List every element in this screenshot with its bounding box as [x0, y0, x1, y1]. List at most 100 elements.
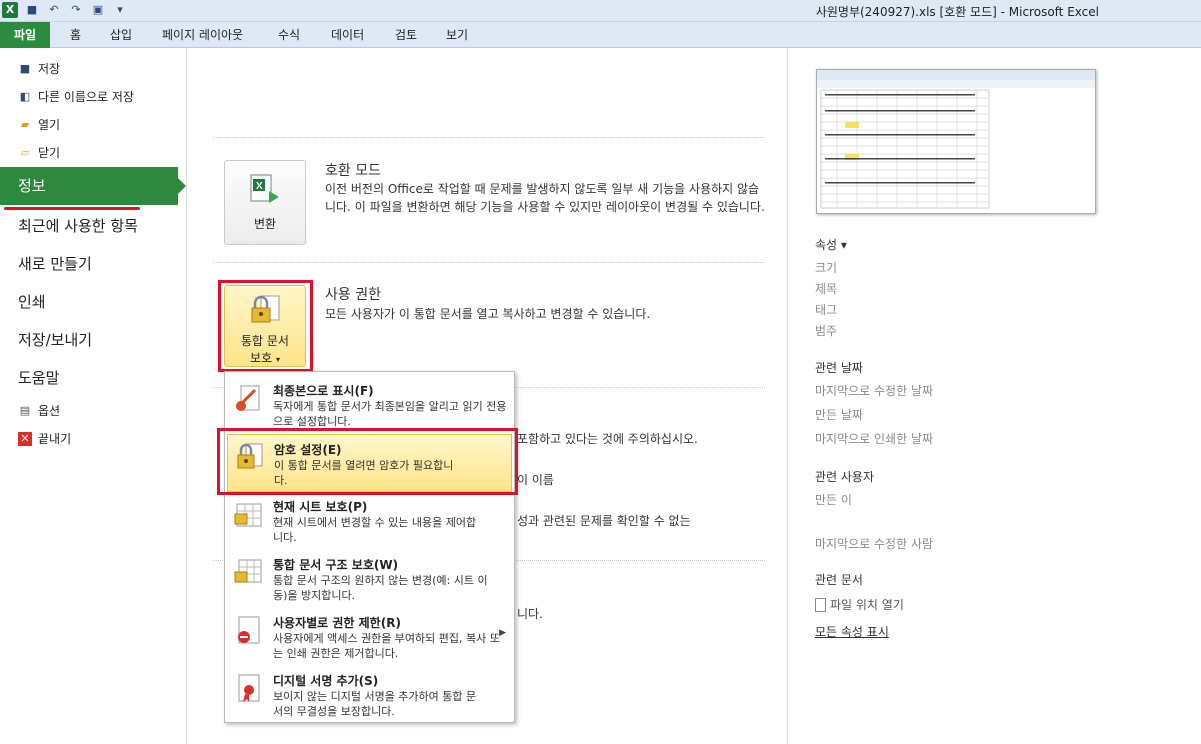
prop-size: 크기	[815, 261, 838, 275]
nav-exit-label: 끝내기	[38, 432, 72, 446]
undo-icon[interactable]: ↶	[46, 2, 62, 18]
open-folder-icon: ▰	[20, 117, 30, 131]
open-file-location-label: 파일 위치 열기	[830, 598, 904, 612]
prop-last-modified-by: 마지막으로 수정한 사람	[815, 537, 934, 551]
options-icon: ▤	[19, 403, 31, 417]
protect-workbook-menu: 최종본으로 표시(F) 독자에게 통합 문서가 최종본임을 알리고 읽기 전용으…	[224, 371, 515, 723]
nav-save-as-label: 다른 이름으로 저장	[38, 90, 134, 104]
prop-created: 만든 날짜	[815, 408, 863, 422]
inspect-text-fragment: 포함하고 있다는 것에 주의하십시오.	[517, 432, 698, 446]
open-file-location[interactable]: 파일 위치 열기	[815, 596, 904, 613]
red-highlight-annotation	[218, 280, 313, 372]
convert-icon: X	[250, 174, 279, 203]
prop-last-modified: 마지막으로 수정한 날짜	[815, 384, 934, 398]
properties-header[interactable]: 속성 ▾	[815, 236, 847, 253]
protect-structure-icon	[234, 559, 262, 583]
prop-author: 만든 이	[815, 493, 852, 507]
customize-qat-icon[interactable]: ▾	[112, 2, 128, 18]
menu-item-desc: 통합 문서 구조의 원하지 않는 변경(예: 시트 이동)을 방지합니다.	[273, 574, 488, 602]
window-title: 사원명부(240927).xls [호환 모드] - Microsoft Exc…	[815, 5, 1099, 19]
digital-signature-icon	[238, 674, 260, 702]
sheet-preview-image	[817, 70, 1095, 209]
tab-insert[interactable]: 삽입	[110, 26, 132, 43]
menu-item-title: 현재 시트 보호(P)	[273, 500, 368, 514]
prop-tags[interactable]: 태그	[815, 301, 837, 318]
nav-info[interactable]: 정보	[0, 167, 186, 205]
protect-sheet-icon	[234, 503, 262, 527]
redo-icon[interactable]: ↷	[68, 2, 84, 18]
red-highlight-annotation	[217, 428, 518, 495]
camera-icon[interactable]: ▣	[90, 2, 106, 18]
nav-new[interactable]: 새로 만들기	[18, 253, 92, 274]
save-as-icon: ◧	[19, 89, 31, 103]
exit-icon: ✕	[18, 431, 32, 446]
tab-review[interactable]: 검토	[395, 26, 417, 43]
menu-item-digital-signature[interactable]: 디지털 서명 추가(S) 보이지 않는 디지털 서명을 추가하여 통합 문서의 …	[227, 666, 512, 724]
related-docs-header: 관련 문서	[815, 573, 863, 587]
svg-text:X: X	[256, 181, 263, 192]
prop-last-printed: 마지막으로 인쇄한 날짜	[815, 432, 934, 446]
menu-item-desc: 현재 시트에서 변경할 수 있는 내용을 제어합니다.	[273, 516, 477, 544]
divider	[212, 262, 765, 263]
nav-exit[interactable]: ✕ 끝내기	[18, 430, 71, 447]
save-icon[interactable]: ■	[24, 2, 40, 18]
nav-help[interactable]: 도움말	[18, 367, 59, 388]
quick-access-toolbar: X ■ ↶ ↷ ▣ ▾	[2, 2, 128, 18]
prop-categories[interactable]: 범주	[815, 322, 837, 339]
document-icon	[815, 597, 826, 612]
ribbon-tabs: 파일 홈 삽입 페이지 레이아웃 수식 데이터 검토 보기	[0, 22, 1201, 48]
menu-item-title: 디지털 서명 추가(S)	[273, 674, 379, 688]
permissions-title: 사용 권한	[325, 287, 381, 303]
nav-recent[interactable]: 최근에 사용한 항목	[18, 215, 138, 236]
show-all-properties-link[interactable]: 모든 속성 표시	[815, 623, 889, 640]
title-bar: X ■ ↶ ↷ ▣ ▾ 사원명부(240927).xls [호환 모드] - M…	[0, 0, 1201, 22]
convert-button[interactable]: X 변환	[224, 160, 306, 245]
menu-item-desc: 독자에게 통합 문서가 최종본임을 알리고 읽기 전용으로 설정합니다.	[273, 400, 507, 428]
document-thumbnail	[816, 69, 1096, 214]
restrict-permission-icon	[238, 616, 260, 644]
nav-save-label: 저장	[38, 62, 61, 76]
menu-item-restrict-permission[interactable]: 사용자별로 권한 제한(R) 사용자에게 액세스 권한을 부여하되 편집, 복사…	[227, 608, 512, 666]
compat-text: 이전 버전의 Office로 작업할 때 문제를 발생하지 않도록 일부 새 기…	[325, 182, 765, 214]
related-dates-header: 관련 날짜	[815, 361, 863, 375]
nav-save-send[interactable]: 저장/보내기	[18, 329, 92, 350]
tab-view[interactable]: 보기	[446, 26, 468, 43]
permissions-text: 모든 사용자가 이 통합 문서를 열고 복사하고 변경할 수 있습니다.	[325, 307, 651, 321]
nav-save[interactable]: ■ 저장	[18, 60, 60, 77]
divider	[212, 137, 765, 138]
nav-open[interactable]: ▰ 열기	[18, 116, 60, 133]
nav-open-label: 열기	[38, 118, 61, 132]
prop-title[interactable]: 제목	[815, 280, 837, 297]
tab-page-layout[interactable]: 페이지 레이아웃	[162, 26, 243, 43]
inspect-text-fragment: 이 이름	[517, 473, 554, 487]
compat-title: 호환 모드	[325, 163, 381, 179]
nav-save-as[interactable]: ◧ 다른 이름으로 저장	[18, 88, 134, 105]
tab-data[interactable]: 데이터	[331, 26, 364, 43]
nav-print[interactable]: 인쇄	[18, 291, 46, 312]
versions-fragment: 니다.	[517, 607, 543, 621]
menu-item-title: 최종본으로 표시(F)	[273, 384, 374, 398]
save-icon: ■	[19, 61, 31, 75]
tab-home[interactable]: 홈	[70, 26, 81, 43]
excel-app-icon[interactable]: X	[2, 2, 18, 18]
convert-button-label: 변환	[253, 217, 277, 231]
menu-item-mark-final[interactable]: 최종본으로 표시(F) 독자에게 통합 문서가 최종본임을 알리고 읽기 전용으…	[227, 376, 512, 434]
menu-item-protect-structure[interactable]: 통합 문서 구조 보호(W) 통합 문서 구조의 원하지 않는 변경(예: 시트…	[227, 550, 512, 608]
menu-item-protect-sheet[interactable]: 현재 시트 보호(P) 현재 시트에서 변경할 수 있는 내용을 제어합니다.	[227, 492, 512, 550]
compat-check-fragment: 성과 관련된 문제를 확인할 수 없는	[517, 514, 691, 528]
submenu-arrow-icon: ▶	[499, 628, 506, 638]
nav-options[interactable]: ▤ 옵션	[18, 402, 60, 419]
close-folder-icon: ▱	[20, 145, 30, 159]
red-underline-annotation	[4, 207, 140, 210]
tab-formulas[interactable]: 수식	[278, 26, 300, 43]
mark-final-icon	[235, 385, 260, 411]
menu-item-title: 통합 문서 구조 보호(W)	[273, 558, 399, 572]
tab-file[interactable]: 파일	[0, 22, 50, 48]
related-people-header: 관련 사용자	[815, 470, 875, 484]
nav-close[interactable]: ▱ 닫기	[18, 144, 60, 161]
nav-close-label: 닫기	[38, 146, 61, 160]
nav-options-label: 옵션	[38, 404, 61, 418]
menu-item-title: 사용자별로 권한 제한(R)	[273, 616, 401, 630]
menu-item-desc: 보이지 않는 디지털 서명을 추가하여 통합 문서의 무결성을 보장합니다.	[273, 690, 477, 718]
menu-item-desc: 사용자에게 액세스 권한을 부여하되 편집, 복사 또는 인쇄 권한은 제거합니…	[273, 632, 500, 660]
